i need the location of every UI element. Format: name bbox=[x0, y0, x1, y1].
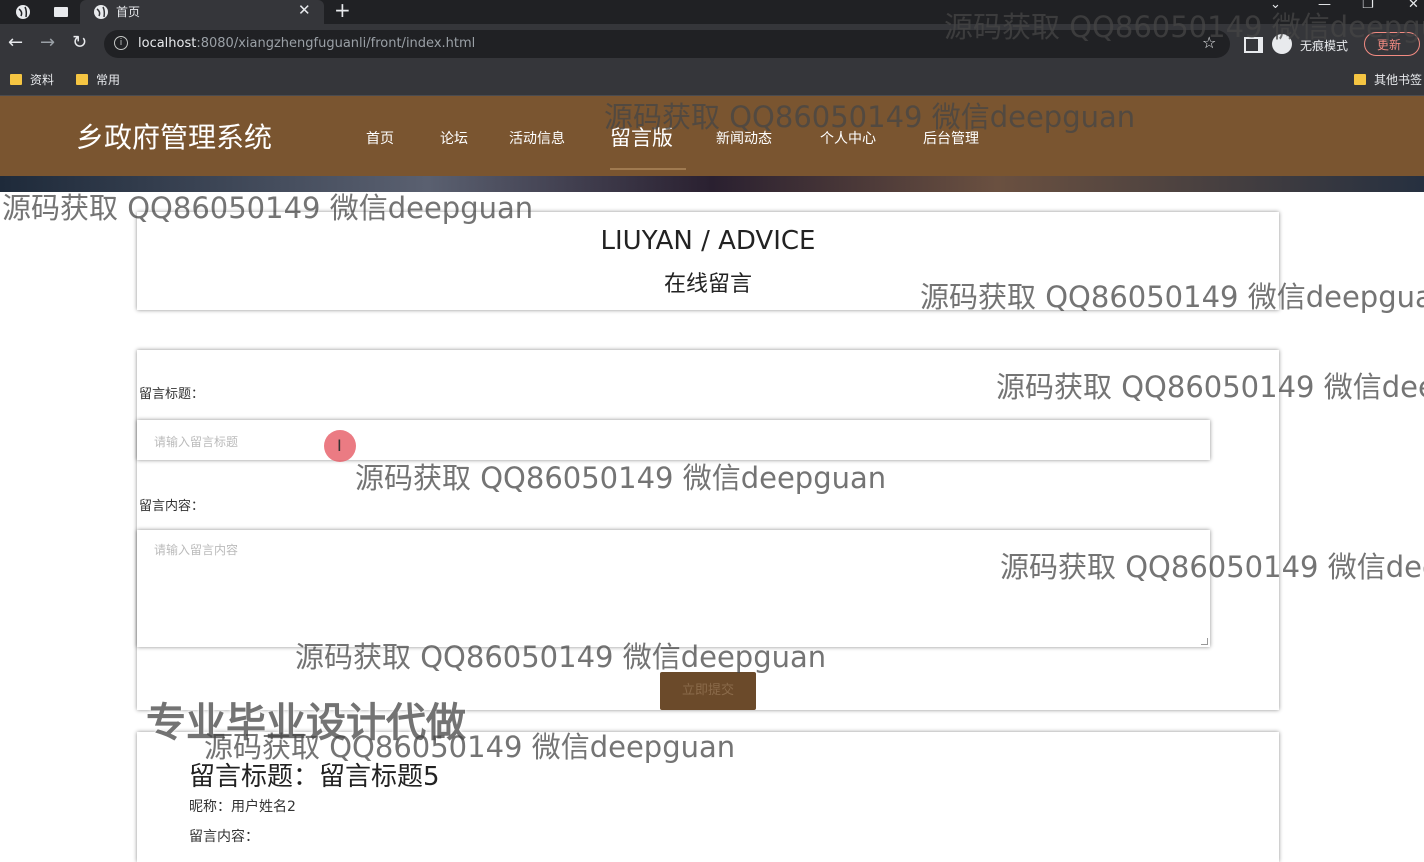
tab-title: 首页 bbox=[116, 5, 141, 19]
nav-admin[interactable]: 后台管理 bbox=[923, 128, 979, 148]
tab-list-icon[interactable]: ⌄ bbox=[1270, 0, 1281, 12]
content-textarea[interactable]: 请输入留言内容 bbox=[137, 530, 1210, 647]
message-nickname: 昵称：用户姓名2 bbox=[189, 799, 296, 815]
banner-image bbox=[0, 176, 1424, 192]
bookmark-changyong[interactable]: 常用 bbox=[76, 71, 120, 88]
folder-icon bbox=[76, 74, 88, 85]
nav-personal-center[interactable]: 个人中心 bbox=[820, 128, 876, 148]
text-cursor-icon: I bbox=[337, 436, 342, 455]
active-nav-indicator bbox=[610, 168, 686, 170]
bookmark-star-icon[interactable]: ☆ bbox=[1202, 33, 1216, 52]
side-panel-icon[interactable] bbox=[1244, 37, 1263, 53]
close-window-button[interactable]: ✕ bbox=[1408, 0, 1419, 12]
message-title[interactable]: 留言标题：留言标题5 bbox=[189, 756, 440, 793]
bookmark-label: 资料 bbox=[30, 73, 55, 87]
nav-activities[interactable]: 活动信息 bbox=[509, 128, 565, 148]
tab-home[interactable]: 首页 ✕ bbox=[80, 0, 324, 24]
back-arrow-icon[interactable]: ← bbox=[8, 33, 23, 53]
nav-forum[interactable]: 论坛 bbox=[440, 128, 468, 148]
page-title-en: LIUYAN / ADVICE bbox=[600, 226, 816, 256]
incognito-icon bbox=[1272, 34, 1292, 54]
update-button[interactable]: 更新 bbox=[1364, 32, 1420, 56]
nav-home[interactable]: 首页 bbox=[366, 128, 394, 148]
title-input[interactable]: 请输入留言标题 bbox=[137, 420, 1210, 460]
nav-news[interactable]: 新闻动态 bbox=[716, 128, 772, 148]
incognito-label: 无痕模式 bbox=[1300, 39, 1349, 53]
other-bookmarks[interactable]: 其他书签 bbox=[1354, 71, 1422, 88]
nav-message-board[interactable]: 留言版 bbox=[610, 122, 673, 152]
title-placeholder: 请输入留言标题 bbox=[154, 435, 239, 449]
url-text[interactable]: localhost:8080/xiangzhengfuguanli/front/… bbox=[138, 36, 475, 51]
message-item-card: 留言标题：留言标题5 昵称：用户姓名2 留言内容： bbox=[137, 732, 1279, 862]
tab-search-icon[interactable] bbox=[52, 3, 70, 21]
url-host: localhost bbox=[138, 36, 197, 51]
page-title-cn: 在线留言 bbox=[663, 272, 752, 297]
promo-watermark: 专业毕业设计代做 bbox=[146, 700, 466, 746]
close-tab-icon[interactable]: ✕ bbox=[298, 1, 311, 19]
bookmark-label: 常用 bbox=[96, 73, 121, 87]
browser-tabstrip: 首页 ✕ + ⌄ — ❐ ✕ bbox=[0, 0, 1424, 24]
browser-toolbar: ← → ↻ i localhost:8080/xiangzhengfuguanl… bbox=[0, 24, 1424, 64]
reload-icon[interactable]: ↻ bbox=[72, 33, 87, 53]
globe-icon[interactable] bbox=[14, 3, 32, 21]
title-field-label: 留言标题： bbox=[139, 387, 205, 402]
resize-handle[interactable] bbox=[1201, 638, 1208, 645]
message-content-label: 留言内容： bbox=[189, 829, 259, 845]
submit-button[interactable]: 立即提交 bbox=[660, 672, 756, 710]
info-icon[interactable]: i bbox=[114, 36, 128, 50]
url-path: :8080/xiangzhengfuguanli/front/index.htm… bbox=[196, 36, 476, 51]
bookmarks-bar: 资料 常用 其他书签 bbox=[0, 64, 1424, 96]
content-field-label: 留言内容： bbox=[139, 499, 205, 514]
site-logo[interactable]: 乡政府管理系统 bbox=[76, 116, 272, 156]
content-placeholder: 请输入留言内容 bbox=[154, 543, 239, 557]
minimize-button[interactable]: — bbox=[1318, 0, 1331, 12]
bookmark-label: 其他书签 bbox=[1374, 73, 1423, 87]
bookmark-ziliao[interactable]: 资料 bbox=[10, 71, 54, 88]
site-header: 乡政府管理系统 首页 论坛 活动信息 留言版 新闻动态 个人中心 后台管理 bbox=[0, 96, 1424, 176]
page-heading-card: LIUYAN / ADVICE 在线留言 bbox=[137, 212, 1279, 310]
forward-arrow-icon[interactable]: → bbox=[40, 33, 55, 53]
globe-icon bbox=[94, 5, 108, 19]
restore-button[interactable]: ❐ bbox=[1362, 0, 1374, 12]
folder-icon bbox=[10, 74, 22, 85]
address-bar[interactable]: i localhost:8080/xiangzhengfuguanli/fron… bbox=[104, 30, 1230, 58]
folder-icon bbox=[1354, 74, 1366, 85]
new-tab-button[interactable]: + bbox=[334, 0, 351, 22]
